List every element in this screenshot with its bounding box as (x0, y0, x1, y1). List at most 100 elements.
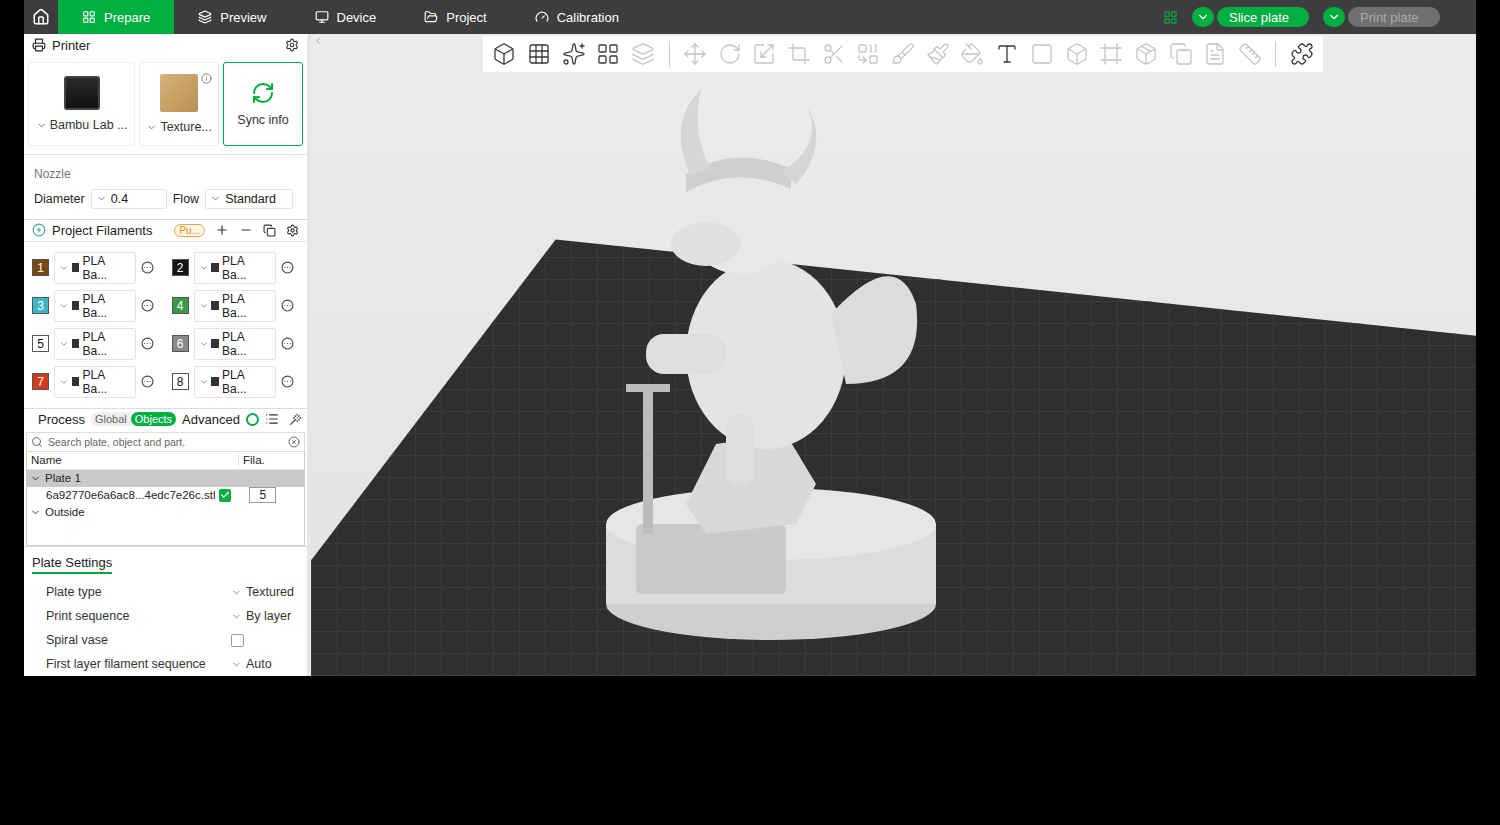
minus-icon[interactable] (239, 223, 253, 237)
home-button[interactable] (24, 0, 58, 34)
toolbar-button[interactable] (628, 38, 659, 70)
tree-row[interactable]: Outside (27, 504, 304, 521)
toolbar-button[interactable] (749, 38, 780, 70)
filament-swatch[interactable]: 3 (32, 297, 49, 314)
advanced-switch[interactable] (246, 413, 259, 426)
info-icon[interactable] (201, 73, 212, 84)
printer-card[interactable]: Texture... (139, 62, 219, 146)
toolbar-button[interactable] (679, 38, 710, 70)
filament-swatch[interactable]: 4 (172, 297, 189, 314)
list-icon[interactable] (265, 412, 279, 426)
filament-select[interactable]: PLA Ba... (194, 252, 276, 284)
filament-select[interactable]: PLA Ba... (54, 328, 136, 360)
visible-checkbox[interactable] (219, 489, 231, 502)
toolbar-button[interactable] (558, 38, 589, 70)
mode-option[interactable]: Objects (131, 412, 176, 426)
field-select[interactable]: Standard (205, 189, 293, 209)
column-header[interactable]: Name (27, 454, 238, 466)
setting-select[interactable]: Textured (231, 585, 301, 599)
printer-card[interactable]: Bambu Lab ... (28, 62, 135, 146)
filament-select[interactable]: PLA Ba... (194, 290, 276, 322)
more-icon[interactable] (141, 261, 154, 274)
toolbar-button[interactable] (1165, 38, 1196, 70)
wand-icon[interactable] (289, 413, 302, 426)
filament-type-icon (211, 377, 219, 386)
nav-tab[interactable]: Preview (174, 0, 290, 34)
column-header[interactable]: Fila. (238, 454, 304, 466)
slice-menu[interactable] (1192, 7, 1214, 27)
nav-tab[interactable]: Device (291, 0, 401, 34)
toolbar-button[interactable] (489, 38, 520, 70)
more-icon[interactable] (141, 337, 154, 350)
more-icon[interactable] (281, 337, 294, 350)
multi-plate-icon[interactable] (1163, 10, 1178, 25)
tree-row[interactable]: 6a92770e6a6ac8...4edc7e26c.stl5 (27, 487, 304, 504)
collapse-icon[interactable] (313, 36, 323, 46)
filament-select[interactable]: PLA Ba... (194, 328, 276, 360)
tab-icon (198, 10, 212, 24)
expand-icon[interactable] (30, 507, 41, 518)
filament-select[interactable]: PLA Ba... (194, 366, 276, 398)
nav-tab[interactable]: Calibration (511, 0, 643, 34)
more-icon[interactable] (281, 261, 294, 274)
filament-swatch[interactable]: 1 (32, 259, 49, 276)
filament-swatch[interactable]: 5 (32, 335, 49, 352)
toolbar-button[interactable] (1096, 38, 1127, 70)
toolbar-button[interactable] (784, 38, 815, 70)
setting-select[interactable]: Auto (231, 657, 301, 671)
toolbar-button[interactable] (1286, 38, 1317, 70)
toolbar-button[interactable] (1027, 38, 1058, 70)
filament-select[interactable]: PLA Ba... (54, 290, 136, 322)
filament-swatch[interactable]: 2 (172, 259, 189, 276)
clear-icon[interactable] (288, 436, 300, 448)
filament-badge[interactable]: Pu... (174, 224, 205, 237)
toolbar-button[interactable] (922, 38, 953, 70)
filament-field[interactable]: 5 (249, 487, 276, 503)
toolbar-button[interactable] (1235, 38, 1266, 70)
toolbar-button[interactable] (888, 38, 919, 70)
filament-swatch[interactable]: 6 (172, 335, 189, 352)
filament-item: 3 PLA Ba... (32, 290, 162, 322)
toolbar-button[interactable] (818, 38, 849, 70)
more-icon[interactable] (141, 299, 154, 312)
expand-icon[interactable] (30, 473, 41, 484)
toolbar-button[interactable] (714, 38, 745, 70)
toolbar-button[interactable] (957, 38, 988, 70)
toolbar-button[interactable] (992, 38, 1023, 70)
nav-tab[interactable]: Project (400, 0, 510, 34)
slice-label[interactable]: Slice plate (1217, 7, 1309, 27)
print-menu[interactable] (1323, 7, 1345, 27)
filament-select[interactable]: PLA Ba... (54, 252, 136, 284)
toolbar-button[interactable] (1131, 38, 1162, 70)
model-render[interactable] (596, 84, 956, 644)
setting-label: Spiral vase (46, 633, 108, 647)
more-icon[interactable] (281, 375, 294, 388)
printer-card[interactable]: Sync info (223, 62, 303, 146)
toolbar-button[interactable] (853, 38, 884, 70)
plus-icon[interactable] (215, 223, 229, 237)
object-search[interactable]: Search plate, object and part. (26, 432, 305, 452)
more-icon[interactable] (281, 299, 294, 312)
nav-tab[interactable]: Prepare (58, 0, 174, 34)
filament-swatch[interactable]: 8 (172, 373, 189, 390)
toolbar-button[interactable] (1200, 38, 1231, 70)
setting-select[interactable]: By layer (231, 609, 301, 623)
filament-swatch[interactable]: 7 (32, 373, 49, 390)
slice-button[interactable]: Slice plate (1192, 7, 1309, 27)
toolbar-button[interactable] (1061, 38, 1092, 70)
more-icon[interactable] (141, 375, 154, 388)
setting-checkbox[interactable] (231, 634, 244, 647)
process-mode-toggle[interactable]: GlobalObjects (91, 412, 176, 426)
toolbar-button[interactable] (593, 38, 624, 70)
gear-icon[interactable] (285, 38, 299, 52)
tree-row[interactable]: Plate 1 (27, 470, 304, 487)
toolbar-button[interactable] (524, 38, 555, 70)
sync-filament-icon[interactable] (263, 224, 276, 237)
field-select[interactable]: 0.4 (91, 189, 167, 209)
filament-select[interactable]: PLA Ba... (54, 366, 136, 398)
print-label[interactable]: Print plate (1348, 7, 1440, 27)
gear-icon[interactable] (286, 224, 299, 237)
print-button[interactable]: Print plate (1323, 7, 1440, 27)
mode-option[interactable]: Global (91, 412, 131, 426)
3d-viewport[interactable] (311, 34, 1476, 676)
